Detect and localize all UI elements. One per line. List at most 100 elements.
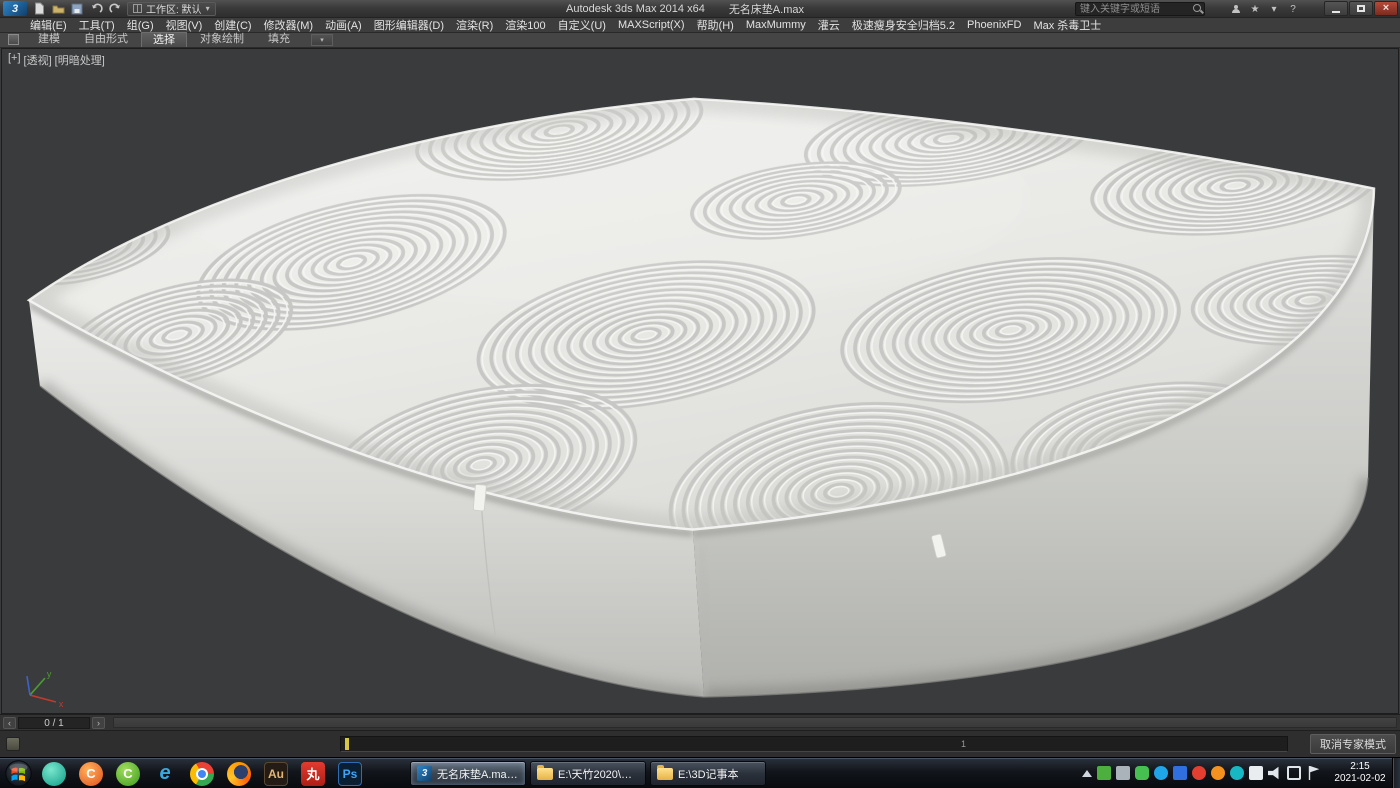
ribbon-config-icon[interactable] [8, 34, 19, 45]
firefox-icon[interactable] [227, 762, 251, 786]
application-window: 工作区: 默认 ▾ Autodesk 3ds Max 2014 x64 无名床垫… [0, 0, 1400, 788]
app-title: Autodesk 3ds Max 2014 x64 [566, 3, 705, 15]
menu-item[interactable]: 工具(T) [73, 17, 121, 33]
menu-item[interactable]: PhoenixFD [961, 19, 1027, 31]
folder-icon [657, 768, 673, 780]
communication-icon[interactable]: ▾ [1267, 3, 1281, 16]
time-slider-track[interactable] [113, 717, 1397, 728]
trackbar-frame-label: 1 [961, 739, 966, 749]
open-file-icon[interactable] [50, 1, 66, 16]
audition-icon[interactable]: Au [264, 762, 288, 786]
frame-number-field[interactable]: 0 / 1 [18, 717, 90, 729]
input-method-icon[interactable] [1249, 766, 1263, 780]
menu-item[interactable]: 创建(C) [208, 17, 257, 33]
axis-z-line [27, 676, 30, 695]
wechat-icon[interactable] [1135, 766, 1149, 780]
ribbon-tab-select[interactable]: 选择 [141, 32, 187, 47]
maximize-button[interactable] [1349, 1, 1373, 16]
cancel-expert-mode-button[interactable]: 取消专家模式 [1310, 734, 1396, 754]
new-scene-icon[interactable] [31, 1, 47, 16]
menu-item[interactable]: 修改器(M) [258, 17, 320, 33]
sign-in-icon[interactable] [1229, 3, 1243, 16]
menu-item[interactable]: 组(G) [121, 17, 160, 33]
undo-icon[interactable] [88, 1, 104, 16]
track-bar[interactable]: 1 [340, 736, 1288, 752]
taskbar-window-3dsmax[interactable]: 无名床垫A.max - ... [410, 761, 526, 786]
cloud-icon[interactable] [1230, 766, 1244, 780]
world-axis-gizmo: x y [27, 669, 64, 709]
ribbon-tab-freeform[interactable]: 自由形式 [73, 32, 139, 47]
menu-item[interactable]: 帮助(H) [691, 17, 740, 33]
menu-item[interactable]: 自定义(U) [552, 17, 612, 33]
taskbar-clock[interactable]: 2:15 2021-02-02 [1328, 761, 1392, 785]
taskbar-window-folder-2[interactable]: E:\3D记事本 [650, 761, 766, 786]
help-icon[interactable]: ? [1286, 3, 1300, 16]
ribbon-minimize-icon[interactable]: ▾ [311, 34, 333, 46]
ribbon-tab-populate[interactable]: 填充 [257, 32, 301, 47]
menu-item[interactable]: 渲染100 [499, 17, 551, 33]
usb-icon[interactable] [1116, 766, 1130, 780]
menu-item[interactable]: 极速瘦身安全归档5.2 [846, 17, 961, 33]
media-app-icon[interactable] [42, 762, 66, 786]
menu-item[interactable]: 渲染(R) [450, 17, 499, 33]
save-file-icon[interactable] [69, 1, 85, 16]
green-c-app-icon[interactable]: C [116, 762, 140, 786]
workspace-grid-icon [133, 4, 142, 13]
show-desktop-button[interactable] [1392, 758, 1400, 788]
chrome-icon[interactable] [190, 762, 214, 786]
axis-x-label: x [59, 699, 64, 709]
start-button[interactable] [5, 760, 32, 787]
next-frame-button[interactable]: › [92, 717, 105, 729]
orange-c-app-icon[interactable]: C [79, 762, 103, 786]
minimize-button[interactable] [1324, 1, 1348, 16]
quick-launch-area: C C e Au 丸 Ps [42, 761, 362, 786]
viewport-general-menu[interactable]: [+] [8, 52, 21, 68]
menu-item[interactable]: Max 杀毒卫士 [1027, 17, 1107, 33]
favorites-star-icon[interactable]: ★ [1248, 3, 1262, 16]
redo-icon[interactable] [107, 1, 123, 16]
search-icon[interactable] [1193, 4, 1201, 12]
antivirus-icon[interactable] [1097, 766, 1111, 780]
previous-frame-button[interactable]: ‹ [3, 717, 16, 729]
close-button[interactable] [1374, 1, 1398, 16]
menu-bar: 编辑(E) 工具(T) 组(G) 视图(V) 创建(C) 修改器(M) 动画(A… [0, 18, 1400, 33]
viewport-shading-menu[interactable]: [明暗处理] [55, 52, 105, 68]
time-slider-bar: ‹ 0 / 1 › [0, 714, 1400, 730]
download-icon[interactable] [1211, 766, 1225, 780]
hidden-icons-icon[interactable] [1082, 770, 1092, 777]
menu-item[interactable]: 动画(A) [319, 17, 368, 33]
netdisk-icon[interactable] [1173, 766, 1187, 780]
photoshop-icon[interactable]: Ps [338, 762, 362, 786]
menu-item[interactable]: MAXScript(X) [612, 19, 691, 31]
menu-item[interactable]: MaxMummy [740, 19, 812, 31]
menu-item[interactable]: 视图(V) [160, 17, 209, 33]
ribbon-tab-modeling[interactable]: 建模 [27, 32, 71, 47]
ribbon-tab-object-paint[interactable]: 对象绘制 [189, 32, 255, 47]
network-icon[interactable] [1287, 766, 1301, 780]
qq-icon[interactable] [1154, 766, 1168, 780]
search-input[interactable] [1075, 2, 1205, 16]
viewport-label: [+] [透视] [明暗处理] [8, 52, 105, 68]
app-menu-button[interactable] [3, 1, 27, 16]
axis-x-line [30, 695, 56, 702]
wan-app-icon[interactable]: 丸 [301, 762, 325, 786]
music-icon[interactable] [1192, 766, 1206, 780]
perspective-viewport[interactable]: x y [+] [透视] [明暗处理] [1, 48, 1399, 714]
menu-item[interactable]: 图形编辑器(D) [368, 17, 450, 33]
taskbar-window-folder-1[interactable]: E:\天竹2020\无... [530, 761, 646, 786]
volume-icon[interactable] [1268, 766, 1282, 780]
open-windows-area: 无名床垫A.max - ... E:\天竹2020\无... E:\3D记事本 [410, 761, 766, 786]
menu-item[interactable]: 灌云 [812, 17, 846, 33]
action-center-icon[interactable] [1306, 766, 1320, 780]
infocenter-icons: ★ ▾ ? [1229, 2, 1300, 16]
max-file-icon [417, 766, 432, 781]
window-title: Autodesk 3ds Max 2014 x64 无名床垫A.max [300, 0, 1070, 18]
internet-explorer-icon[interactable]: e [153, 762, 177, 786]
scene-explorer-icon[interactable] [6, 737, 20, 751]
menu-item[interactable]: 编辑(E) [24, 17, 73, 33]
workspace-selector[interactable]: 工作区: 默认 ▾ [127, 2, 216, 16]
axis-y-line [30, 678, 45, 695]
time-marker[interactable] [345, 738, 349, 750]
viewport-pov-menu[interactable]: [透视] [24, 52, 52, 68]
viewport-3d-scene[interactable]: x y [2, 49, 1398, 713]
